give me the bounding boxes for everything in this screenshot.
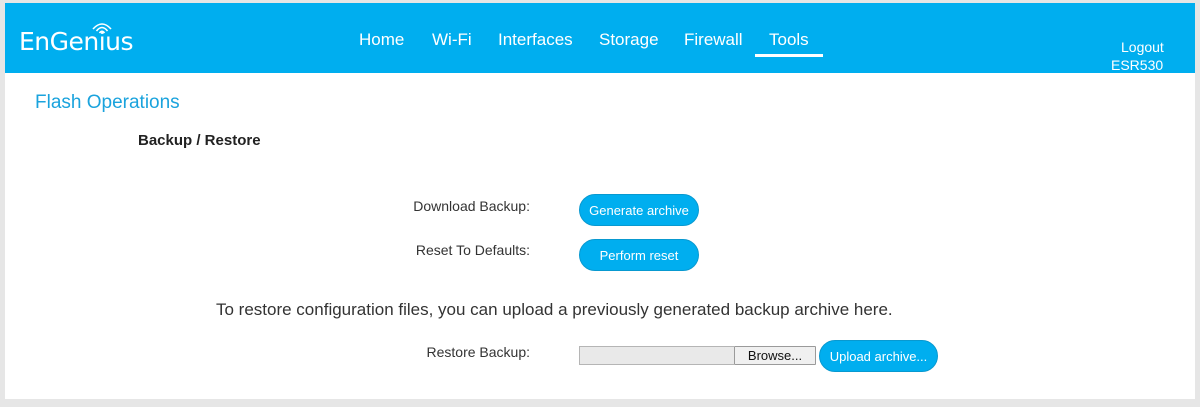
browse-button[interactable]: Browse... xyxy=(734,346,816,365)
nav-tools[interactable]: Tools xyxy=(755,30,823,57)
section-subheading: Backup / Restore xyxy=(138,132,261,149)
engenius-logo[interactable]: EnGenius xyxy=(19,27,134,56)
generate-archive-button[interactable]: Generate archive xyxy=(579,194,699,226)
restore-instructions: To restore configuration files, you can … xyxy=(216,300,893,319)
upload-archive-button[interactable]: Upload archive... xyxy=(819,340,938,372)
nav-interfaces[interactable]: Interfaces xyxy=(498,30,573,50)
nav-wifi[interactable]: Wi-Fi xyxy=(432,30,472,50)
nav-home[interactable]: Home xyxy=(359,30,404,50)
file-path-input[interactable] xyxy=(579,346,734,365)
download-backup-label: Download Backup: xyxy=(413,198,530,214)
wifi-waves-icon xyxy=(92,23,112,34)
reset-defaults-label: Reset To Defaults: xyxy=(415,242,530,258)
logout-link[interactable]: Logout xyxy=(1121,39,1164,55)
perform-reset-button[interactable]: Perform reset xyxy=(579,239,699,271)
nav-storage[interactable]: Storage xyxy=(599,30,659,50)
restore-backup-label: Restore Backup: xyxy=(426,344,531,360)
page-frame: EnGenius Home Wi-Fi Interfaces Storage F… xyxy=(5,3,1195,399)
nav-firewall[interactable]: Firewall xyxy=(684,30,743,50)
top-navigation-bar: EnGenius Home Wi-Fi Interfaces Storage F… xyxy=(5,3,1195,73)
logo-text: EnGenius xyxy=(19,27,134,56)
page-title: Flash Operations xyxy=(35,92,180,113)
device-model: ESR530 xyxy=(1111,57,1164,73)
